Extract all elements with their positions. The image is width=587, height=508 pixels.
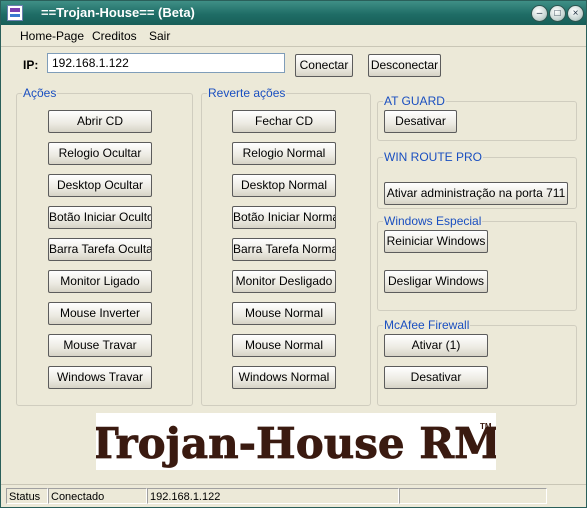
winroute-title: WIN ROUTE PRO <box>383 150 483 164</box>
status-label: Status <box>6 488 48 504</box>
ip-input[interactable] <box>47 53 285 73</box>
acao-button-3[interactable]: Desktop Ocultar <box>48 174 152 197</box>
reverte-button-5[interactable]: Barra Tarefa Normal <box>232 238 336 261</box>
acao-button-2[interactable]: Relogio Ocultar <box>48 142 152 165</box>
status-extra <box>399 488 547 504</box>
status-bar: Status Conectado 192.168.1.122 <box>1 484 586 507</box>
reverte-button-6[interactable]: Monitor Desligado <box>232 270 336 293</box>
acao-button-7[interactable]: Mouse Inverter <box>48 302 152 325</box>
acao-button-4[interactable]: Botão Iniciar Oculto <box>48 206 152 229</box>
mcafee-title: McAfee Firewall <box>383 318 471 332</box>
winroute-activate-button[interactable]: Ativar administração na porta 711 <box>384 182 568 205</box>
close-icon[interactable]: × <box>567 5 584 22</box>
ip-label: IP: <box>23 58 39 72</box>
reverte-button-9[interactable]: Windows Normal <box>232 366 336 389</box>
disconnect-button[interactable]: Desconectar <box>368 54 441 77</box>
menu-home-page[interactable]: Home-Page <box>20 29 84 43</box>
status-ip: 192.168.1.122 <box>147 488 399 504</box>
acao-button-5[interactable]: Barra Tarefa Ocultar <box>48 238 152 261</box>
reverte-button-4[interactable]: Botão Iniciar Normal <box>232 206 336 229</box>
trojan-house-logo: Trojan-House RM TM <box>96 413 496 470</box>
title-bar[interactable]: ==Trojan-House== (Beta) – □ × <box>1 1 586 25</box>
connect-button[interactable]: Conectar <box>295 54 353 77</box>
mcafee-deactivate-button[interactable]: Desativar <box>384 366 488 389</box>
menu-sair[interactable]: Sair <box>149 29 170 43</box>
menu-creditos[interactable]: Creditos <box>92 29 137 43</box>
atguard-title: AT GUARD <box>383 94 446 108</box>
windows-especial-title: Windows Especial <box>383 214 483 228</box>
reverte-title: Reverte ações <box>207 86 287 100</box>
window-title: ==Trojan-House== (Beta) <box>41 5 195 20</box>
atguard-disable-button[interactable]: Desativar <box>384 110 457 133</box>
menu-bar: Home-Page Creditos Sair <box>1 25 586 47</box>
reverte-button-1[interactable]: Fechar CD <box>232 110 336 133</box>
mcafee-activate-button[interactable]: Ativar (1) <box>384 334 488 357</box>
app-icon[interactable] <box>7 5 23 21</box>
acao-button-1[interactable]: Abrir CD <box>48 110 152 133</box>
reverte-button-8[interactable]: Mouse Normal <box>232 334 336 357</box>
banner-tm: TM <box>480 422 492 431</box>
shutdown-windows-button[interactable]: Desligar Windows <box>384 270 488 293</box>
maximize-icon[interactable]: □ <box>549 5 566 22</box>
banner-text: Trojan-House RM <box>96 419 496 468</box>
minimize-icon[interactable]: – <box>531 5 548 22</box>
acoes-title: Ações <box>22 86 58 100</box>
restart-windows-button[interactable]: Reiniciar Windows <box>384 230 488 253</box>
reverte-button-3[interactable]: Desktop Normal <box>232 174 336 197</box>
acao-button-9[interactable]: Windows Travar <box>48 366 152 389</box>
status-connection: Conectado <box>48 488 147 504</box>
acao-button-8[interactable]: Mouse Travar <box>48 334 152 357</box>
reverte-button-7[interactable]: Mouse Normal <box>232 302 336 325</box>
reverte-button-2[interactable]: Relogio Normal <box>232 142 336 165</box>
main-window: ==Trojan-House== (Beta) – □ × Home-Page … <box>0 0 587 508</box>
acao-button-6[interactable]: Monitor Ligado <box>48 270 152 293</box>
